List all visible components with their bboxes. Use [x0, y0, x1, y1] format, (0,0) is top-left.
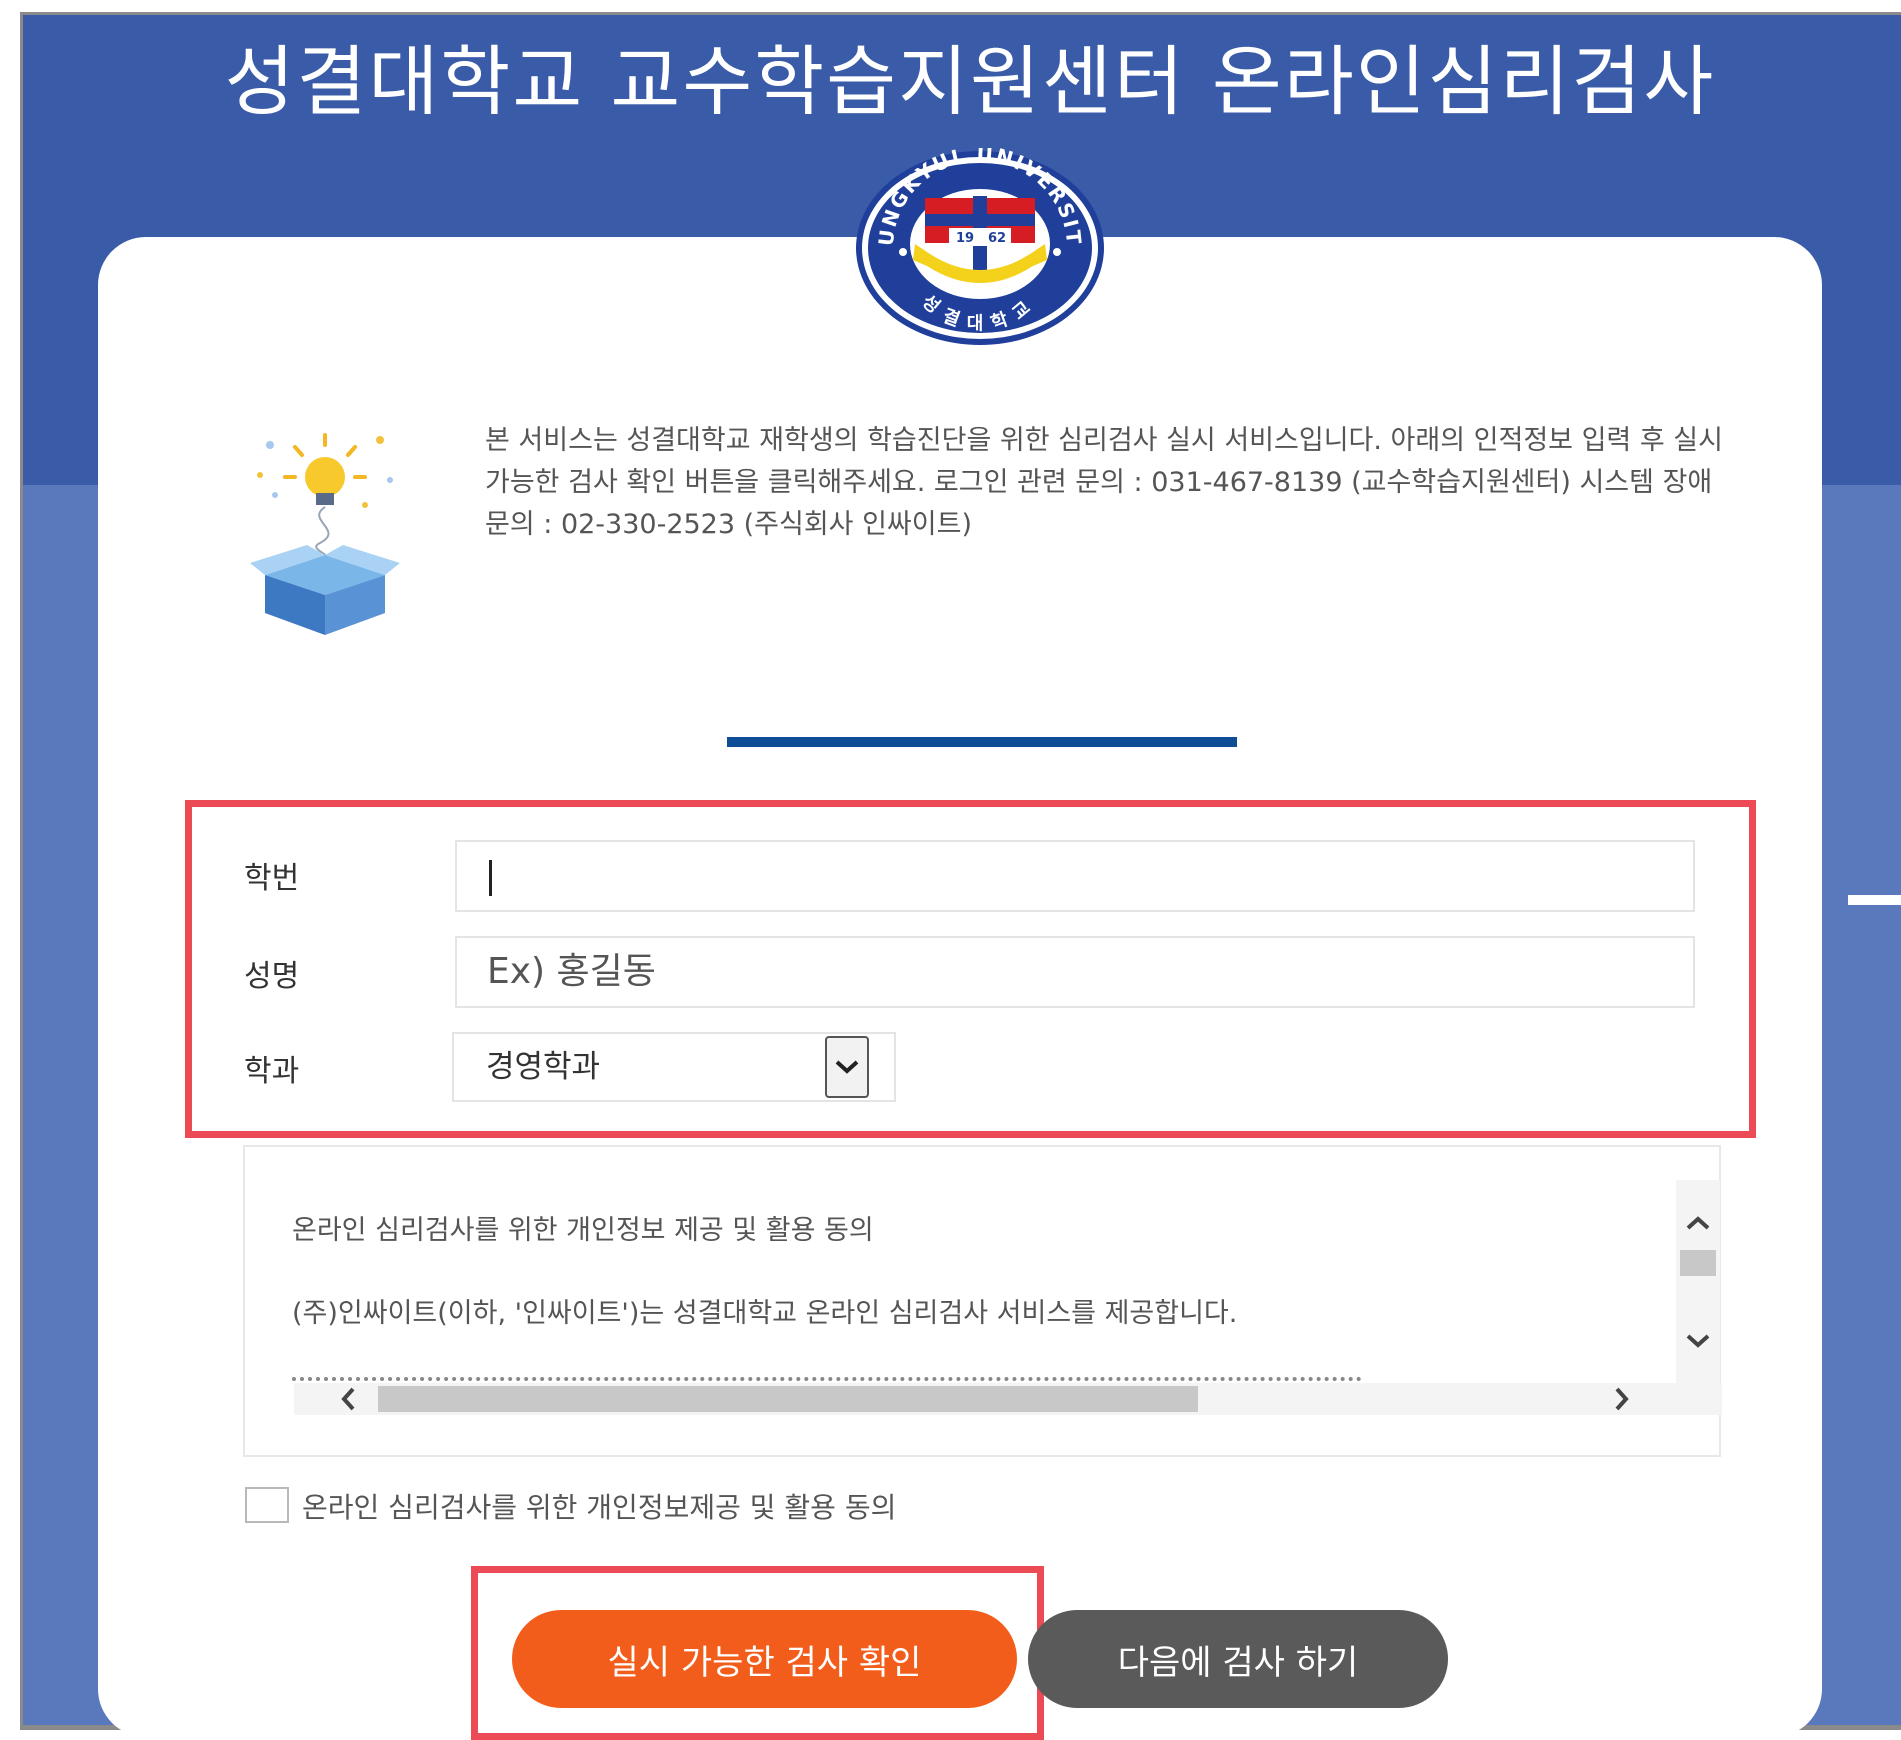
- chevron-up-icon: [1686, 1216, 1710, 1230]
- consent-checkbox[interactable]: [245, 1487, 289, 1523]
- logo-year-left: 19: [956, 231, 974, 246]
- student-id-input[interactable]: [455, 840, 1695, 912]
- scroll-up-button[interactable]: [1680, 1210, 1716, 1236]
- student-id-label: 학번: [244, 861, 300, 896]
- department-dropdown-button[interactable]: [825, 1036, 869, 1098]
- consent-terms-heading: 온라인 심리검사를 위한 개인정보 제공 및 활용 동의: [292, 1215, 874, 1246]
- service-notice: 본 서비스는 성결대학교 재학생의 학습진단을 위한 심리검사 실시 서비스입니…: [485, 425, 1723, 540]
- logo-year-right: 62: [988, 231, 1006, 246]
- university-logo: SUNGKYUL UNIVERSITY 성결대학교 19 62: [855, 148, 1104, 345]
- side-line: [1848, 895, 1901, 905]
- chevron-down-icon: [835, 1060, 859, 1074]
- name-label: 성명: [244, 959, 300, 994]
- horizontal-scroll-thumb[interactable]: [378, 1386, 1198, 1412]
- text-caret: [489, 860, 492, 896]
- chevron-right-icon: [1615, 1387, 1629, 1411]
- idea-box-icon: [250, 433, 400, 635]
- department-label: 학과: [244, 1054, 300, 1089]
- test-later-button[interactable]: 다음에 검사 하기: [1028, 1610, 1448, 1708]
- chevron-left-icon: [341, 1387, 355, 1411]
- department-selected: 경영학과: [486, 1049, 601, 1085]
- name-placeholder: Ex) 홍길동: [487, 951, 656, 992]
- section-divider: [727, 737, 1237, 747]
- consent-terms-body: (주)인싸이트(이하, '인싸이트')는 성결대학교 온라인 심리검사 서비스를…: [292, 1298, 1238, 1329]
- scroll-down-button[interactable]: [1680, 1328, 1716, 1354]
- vertical-scroll-thumb[interactable]: [1680, 1250, 1716, 1276]
- scroll-right-button[interactable]: [1604, 1386, 1640, 1412]
- consent-checkbox-label[interactable]: 온라인 심리검사를 위한 개인정보제공 및 활용 동의: [302, 1486, 896, 1526]
- name-input[interactable]: Ex) 홍길동: [455, 936, 1695, 1008]
- check-available-tests-button[interactable]: 실시 가능한 검사 확인: [512, 1610, 1017, 1708]
- page-title: 성결대학교 교수학습지원센터 온라인심리검사: [224, 37, 1716, 126]
- chevron-down-icon: [1686, 1334, 1710, 1348]
- scroll-left-button[interactable]: [330, 1386, 366, 1412]
